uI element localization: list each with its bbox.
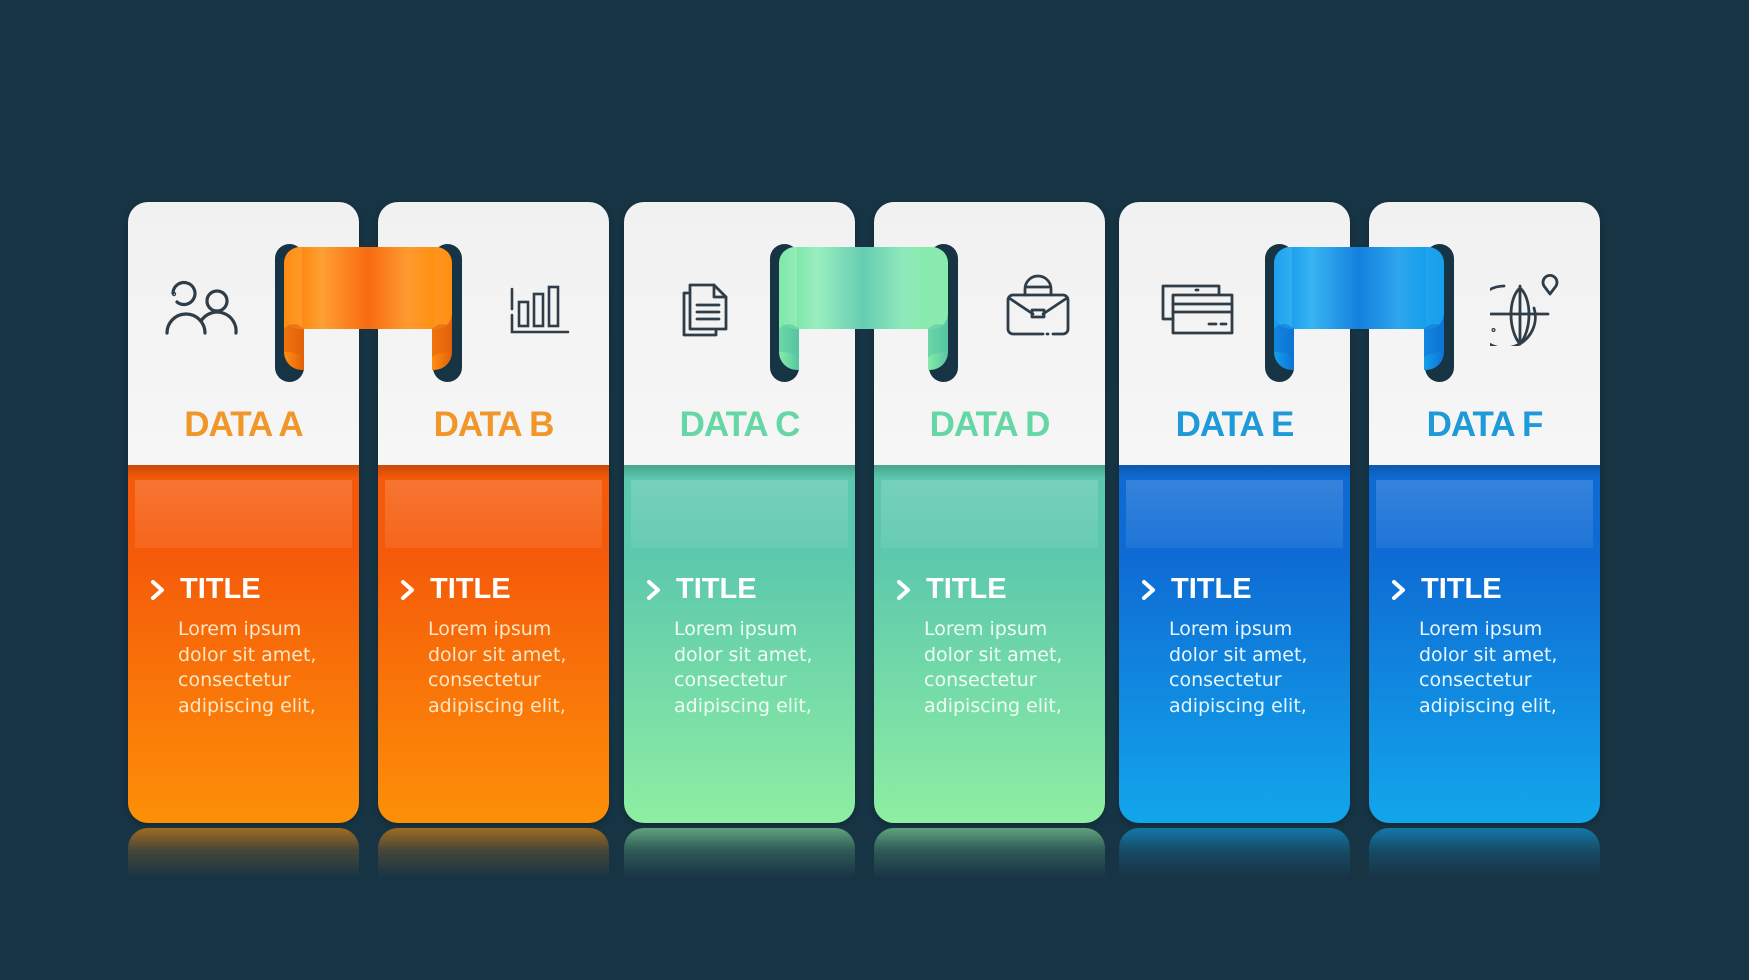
description-line: consectetur [1419,669,1532,691]
card-heading: DATA B [433,405,555,444]
card-body: TITLE Lorem ipsum dolor sit amet, consecte… [1119,465,1350,823]
description-line: adipiscing elit, [428,694,566,717]
documents-icon [680,283,730,343]
chevron-right-icon [151,579,164,600]
description-line: adipiscing elit, [924,694,1062,717]
card-highlight [1126,480,1343,548]
ribbon-shape [779,247,948,370]
description-line: Lorem ipsum [1169,618,1293,640]
chevron-right-icon [897,579,910,600]
card-reflection [378,828,609,878]
description-line: dolor sit amet, [674,643,813,666]
description-line: consectetur [1169,669,1282,691]
card-heading: DATA F [1426,405,1544,444]
card-title-row: TITLE [1389,573,1502,606]
card-heading: DATA D [929,405,1051,444]
card-highlight [385,480,602,548]
description-line: consectetur [178,669,291,691]
description-line: dolor sit amet, [178,643,317,666]
card-title-row: TITLE [148,573,261,606]
card-title: TITLE [430,573,511,605]
card-heading: DATA C [679,405,801,444]
briefcase-icon [1005,273,1071,341]
card-body: TITLE Lorem ipsum dolor sit amet, consecte… [1369,465,1600,823]
description-line: consectetur [674,669,787,691]
bar-chart-icon [510,285,570,339]
description-line: consectetur [428,669,541,691]
card-title: TITLE [676,573,757,605]
chevron-right-icon [647,579,660,600]
chevron-right-icon [1142,579,1155,600]
description-line: adipiscing elit, [1419,694,1557,717]
description-line: Lorem ipsum [428,618,552,640]
description-line: consectetur [924,669,1037,691]
card-heading: DATA A [184,405,303,444]
description-line: adipiscing elit, [674,694,812,717]
description-line: dolor sit amet, [1169,643,1308,666]
card-description: Lorem ipsum dolor sit amet, consectetur adi… [924,617,1099,719]
description-line: dolor sit amet, [924,643,1063,666]
description-line: dolor sit amet, [428,643,567,666]
card-title-row: TITLE [1139,573,1252,606]
ribbon-shape [284,247,452,370]
globe-location-icon [1471,272,1562,350]
card-description: Lorem ipsum dolor sit amet, consectetur adi… [674,617,849,719]
card-title: TITLE [180,573,261,605]
description-line: dolor sit amet, [1419,643,1558,666]
card-title-row: TITLE [398,573,511,606]
card-highlight [631,480,848,548]
ribbon-shape [1274,247,1444,370]
card-reflection [624,828,855,878]
card-description: Lorem ipsum dolor sit amet, consectetur adi… [178,617,353,719]
ribbon-e-f [1274,247,1444,370]
card-heading: DATA E [1175,405,1295,444]
card-title: TITLE [1421,573,1502,605]
description-line: adipiscing elit, [1169,694,1307,717]
card-highlight [135,480,352,548]
card-highlight [1376,480,1593,548]
card-title-row: TITLE [644,573,757,606]
card-reflection [1119,828,1350,878]
card-title: TITLE [1171,573,1252,605]
card-highlight [881,480,1098,548]
description-line: Lorem ipsum [178,618,302,640]
card-description: Lorem ipsum dolor sit amet, consectetur adi… [1419,617,1594,719]
ribbon-c-d [779,247,948,370]
card-body: TITLE Lorem ipsum dolor sit amet, consecte… [378,465,609,823]
card-reflection [1369,828,1600,878]
card-body: TITLE Lorem ipsum dolor sit amet, consecte… [874,465,1105,823]
chevron-right-icon [1392,579,1405,600]
card-title: TITLE [926,573,1007,605]
chevron-right-icon [401,579,414,600]
credit-cards-icon [1160,283,1234,339]
card-body: TITLE Lorem ipsum dolor sit amet, consecte… [128,465,359,823]
description-line: Lorem ipsum [674,618,798,640]
card-title-row: TITLE [894,573,1007,606]
description-line: Lorem ipsum [1419,618,1543,640]
card-description: Lorem ipsum dolor sit amet, consectetur adi… [1169,617,1344,719]
card-reflection [874,828,1105,878]
ribbon-a-b [284,247,452,370]
card-description: Lorem ipsum dolor sit amet, consectetur adi… [428,617,603,719]
card-body: TITLE Lorem ipsum dolor sit amet, consecte… [624,465,855,823]
description-line: Lorem ipsum [924,618,1048,640]
description-line: adipiscing elit, [178,694,316,717]
card-reflection [128,828,359,878]
users-icon [165,280,239,340]
